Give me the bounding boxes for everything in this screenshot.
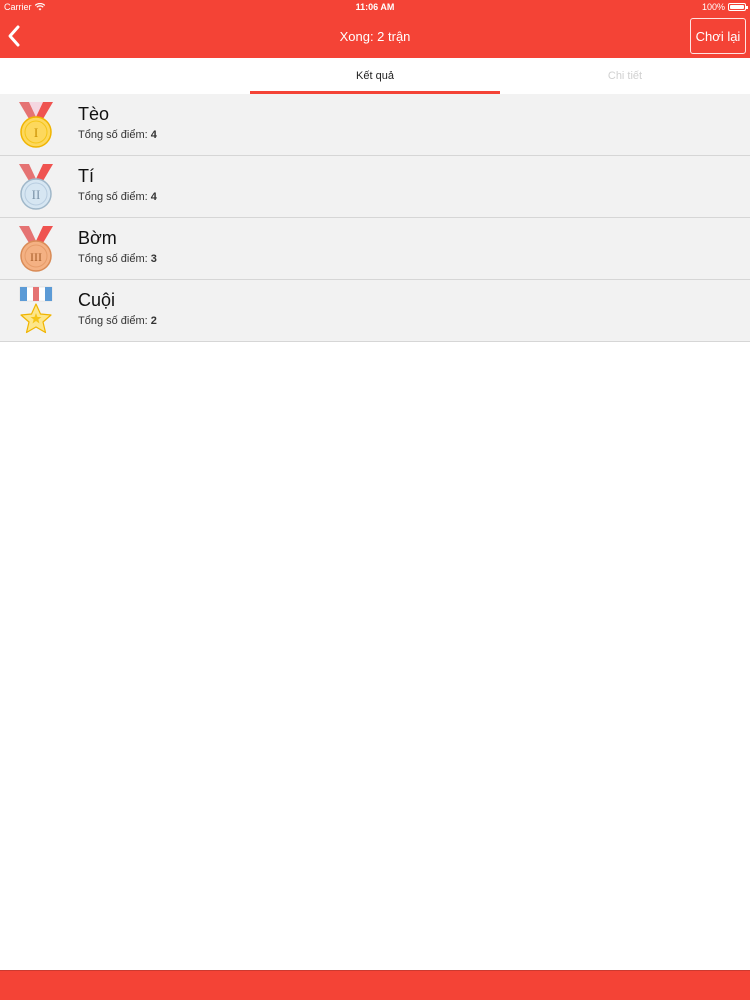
tab-result[interactable]: Kết quả bbox=[250, 58, 500, 94]
player-name: Bờm bbox=[78, 228, 117, 248]
player-score: Tổng số điểm: 3 bbox=[78, 253, 157, 265]
battery-indicator: 100% bbox=[701, 2, 748, 12]
score-label: Tổng số điểm: bbox=[78, 129, 148, 141]
score-value: 4 bbox=[150, 191, 157, 203]
bottom-bar bbox=[0, 970, 750, 1000]
svg-text:II: II bbox=[32, 187, 41, 202]
replay-button[interactable]: Chơi lại bbox=[690, 18, 746, 54]
gold-medal-icon: I bbox=[19, 102, 53, 148]
player-score: Tổng số điểm: 4 bbox=[78, 129, 157, 141]
svg-text:I: I bbox=[34, 125, 38, 140]
score-label: Tổng số điểm: bbox=[78, 315, 148, 327]
status-bar: Carrier 11:06 AM 100% bbox=[0, 0, 750, 14]
svg-text:III: III bbox=[30, 250, 42, 264]
silver-medal-icon: II bbox=[19, 164, 53, 210]
status-time: 11:06 AM bbox=[355, 2, 395, 12]
tab-bar: Kết quả Chi tiết bbox=[0, 58, 750, 94]
score-label: Tổng số điểm: bbox=[78, 191, 148, 203]
nav-bar: Xong: 2 trận Chơi lại bbox=[0, 14, 750, 58]
list-item[interactable]: III Bờm Tổng số điểm: 3 bbox=[0, 218, 750, 280]
score-value: 3 bbox=[150, 253, 157, 265]
player-score: Tổng số điểm: 2 bbox=[78, 315, 157, 327]
list-item[interactable]: Cuội Tổng số điểm: 2 bbox=[0, 280, 750, 342]
star-medal-icon bbox=[19, 286, 53, 334]
list-item[interactable]: I Tèo Tổng số điểm: 4 bbox=[0, 94, 750, 156]
player-score: Tổng số điểm: 4 bbox=[78, 191, 157, 203]
score-label: Tổng số điểm: bbox=[78, 253, 148, 265]
list-item[interactable]: II Tí Tổng số điểm: 4 bbox=[0, 156, 750, 218]
score-value: 2 bbox=[150, 315, 157, 327]
player-name: Tí bbox=[78, 166, 94, 186]
page-title: Xong: 2 trận bbox=[339, 29, 411, 44]
player-name: Cuội bbox=[78, 290, 116, 310]
score-value: 4 bbox=[150, 129, 157, 141]
battery-percent: 100% bbox=[701, 2, 725, 12]
player-list: I Tèo Tổng số điểm: 4 II Tí Tổng số điểm… bbox=[0, 94, 750, 342]
battery-icon bbox=[728, 3, 748, 11]
tab-detail[interactable]: Chi tiết bbox=[500, 58, 750, 94]
bronze-medal-icon: III bbox=[19, 226, 53, 272]
player-name: Tèo bbox=[78, 104, 110, 124]
